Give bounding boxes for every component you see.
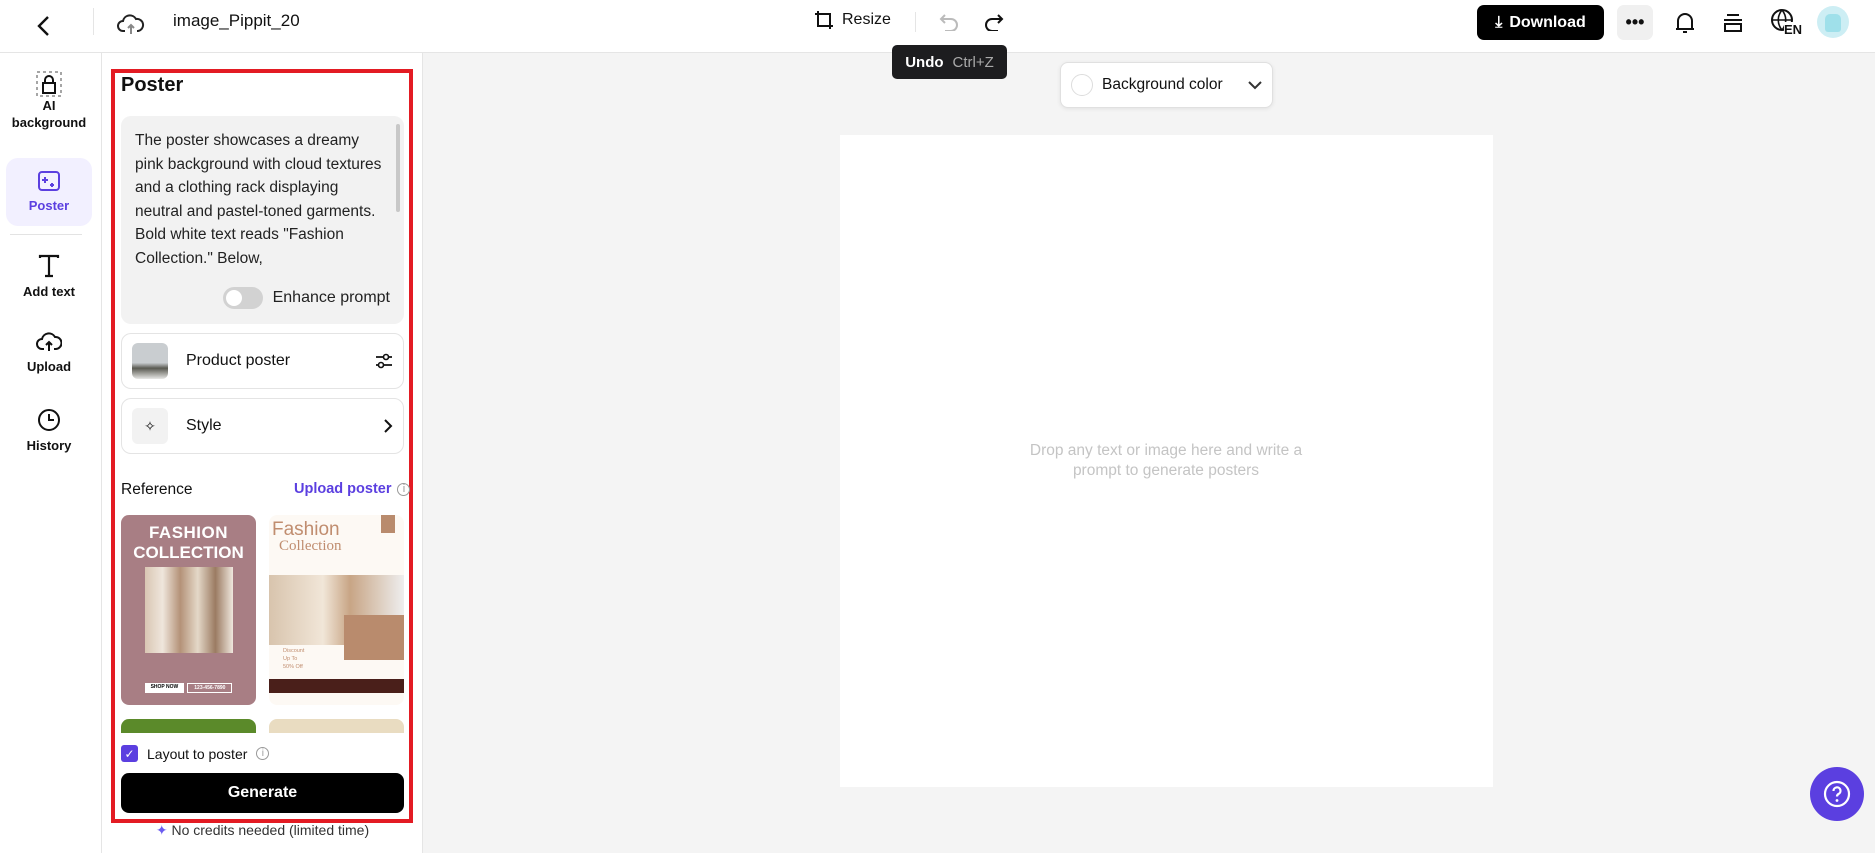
- download-button[interactable]: ⤓ Download: [1477, 5, 1604, 40]
- bag-icon: [36, 71, 62, 97]
- reference-card[interactable]: [121, 719, 256, 733]
- canvas-hint: Drop any text or image here and write a …: [1029, 442, 1303, 479]
- product-thumbnail: [132, 343, 168, 379]
- credits-note: ✦ No credits needed (limited time): [155, 822, 370, 838]
- sliders-icon[interactable]: [375, 353, 393, 369]
- undo-icon[interactable]: [936, 10, 962, 34]
- info-icon[interactable]: i: [256, 747, 270, 760]
- resize-icon: [815, 11, 833, 29]
- resize-label: Resize: [842, 11, 891, 28]
- chevron-down-icon: [1248, 80, 1262, 89]
- cloud-save-icon[interactable]: [116, 10, 146, 38]
- color-swatch: [1071, 74, 1093, 96]
- layout-checkbox[interactable]: ✓: [121, 745, 138, 762]
- rail-item-ai-background[interactable]: AI background: [6, 65, 92, 137]
- rail-label: Upload: [26, 359, 72, 374]
- left-rail: AI background Poster Add text Upload His…: [0, 53, 102, 853]
- upload-icon: [36, 332, 62, 351]
- help-button[interactable]: [1810, 767, 1864, 821]
- reference-card[interactable]: [269, 719, 404, 733]
- clock-icon: [38, 409, 60, 431]
- rail-item-upload[interactable]: Upload: [6, 325, 92, 381]
- generate-button[interactable]: Generate: [121, 773, 404, 813]
- panel-title: Poster: [121, 74, 184, 96]
- reference-heading: Reference: [121, 481, 193, 498]
- bell-icon[interactable]: [1670, 8, 1700, 38]
- reference-card[interactable]: Fashion Collection Discount Up To 50% Off: [269, 515, 404, 705]
- rail-item-history[interactable]: History: [6, 402, 92, 460]
- prompt-text[interactable]: The poster showcases a dreamy pink backg…: [135, 129, 390, 269]
- info-icon[interactable]: i: [397, 482, 411, 496]
- redo-icon[interactable]: [981, 10, 1007, 34]
- prompt-textarea[interactable]: The poster showcases a dreamy pink backg…: [121, 116, 404, 324]
- back-icon[interactable]: [30, 12, 58, 40]
- clothing-rack-image: [144, 567, 233, 653]
- download-icon: ⤓: [1495, 13, 1503, 31]
- rail-label: History: [26, 438, 72, 453]
- upload-poster-link[interactable]: Upload poster i: [294, 481, 411, 497]
- product-poster-row[interactable]: Product poster: [121, 333, 404, 389]
- undo-tooltip: Undo Ctrl+Z: [892, 45, 1007, 79]
- rail-item-poster[interactable]: Poster: [6, 158, 92, 226]
- language-button[interactable]: EN: [1770, 8, 1804, 38]
- background-color-dropdown[interactable]: Background color: [1060, 62, 1273, 108]
- layers-icon[interactable]: [1718, 8, 1748, 38]
- scrollbar[interactable]: [396, 124, 400, 212]
- rail-label: AI background: [11, 98, 87, 130]
- resize-button[interactable]: Resize: [814, 10, 891, 30]
- avatar[interactable]: [1817, 6, 1849, 38]
- divider: [93, 8, 94, 35]
- download-label: Download: [1509, 13, 1586, 31]
- reference-card[interactable]: FASHION COLLECTION SHOP NOW 123-456-7890: [121, 515, 256, 705]
- background-color-label: Background color: [1102, 76, 1223, 93]
- divider: [915, 12, 916, 32]
- enhance-label: Enhance prompt: [272, 289, 390, 306]
- file-name[interactable]: image_Pippit_20: [173, 11, 300, 31]
- rail-label: Poster: [28, 198, 70, 213]
- divider: [10, 234, 82, 235]
- sparkle-icon: ✧: [132, 408, 168, 444]
- product-poster-label: Product poster: [186, 352, 291, 369]
- chevron-right-icon: [384, 419, 393, 433]
- poster-canvas[interactable]: Drop any text or image here and write a …: [840, 135, 1493, 787]
- reference-grid: FASHION COLLECTION SHOP NOW 123-456-7890…: [121, 515, 404, 733]
- sparkle-icon: ✦: [155, 822, 168, 838]
- style-label: Style: [186, 417, 222, 434]
- more-button[interactable]: •••: [1617, 5, 1653, 40]
- enhance-toggle[interactable]: [222, 286, 263, 309]
- rail-item-add-text[interactable]: Add text: [6, 248, 92, 306]
- help-icon: [1823, 780, 1851, 808]
- rail-label: Add text: [23, 284, 75, 299]
- text-icon: [38, 254, 60, 278]
- layout-checkbox-row[interactable]: ✓ Layout to poster i: [121, 745, 270, 762]
- poster-icon: [38, 171, 60, 191]
- layout-label: Layout to poster: [147, 745, 248, 762]
- style-row[interactable]: ✧ Style: [121, 398, 404, 454]
